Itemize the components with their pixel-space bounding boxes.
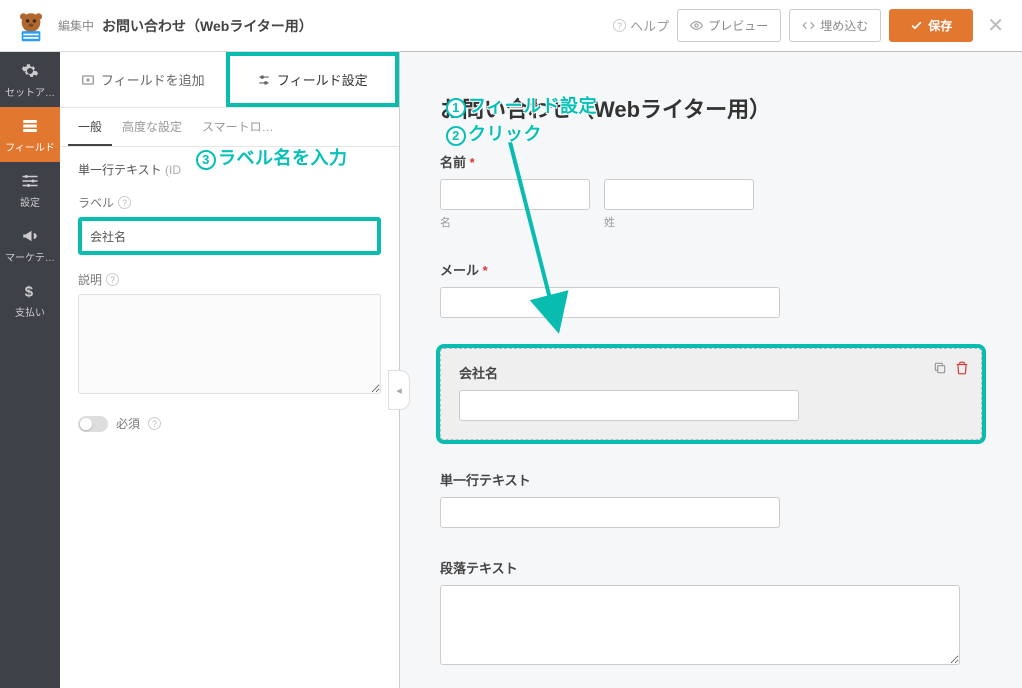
sliders-icon: [21, 172, 39, 190]
field-id-label: (ID: [165, 163, 181, 177]
code-icon: [802, 19, 815, 32]
help-link[interactable]: ? ヘルプ: [613, 16, 669, 35]
stage: セットア… フィールド 設定 マーケテ… $ 支払い フィールドを追加: [0, 52, 1022, 688]
required-label: 必須: [116, 415, 140, 432]
single-line-label: 単一行テキスト: [440, 470, 982, 489]
help-icon[interactable]: ?: [148, 417, 161, 430]
help-label: ヘルプ: [630, 16, 669, 35]
tab-add-label: フィールドを追加: [101, 70, 205, 89]
collapse-panel-toggle[interactable]: ◂: [388, 370, 410, 410]
embed-label: 埋め込む: [820, 17, 868, 34]
rail-fields[interactable]: フィールド: [0, 107, 60, 162]
left-rail: セットア… フィールド 設定 マーケテ… $ 支払い: [0, 52, 60, 688]
sub-tabs: 一般 高度な設定 スマートロ…: [60, 108, 399, 147]
form-icon: [21, 117, 39, 135]
name-label: 名前 *: [440, 152, 982, 171]
editing-chip: 編集中: [58, 17, 94, 34]
company-input[interactable]: [459, 390, 799, 421]
rail-setup-label: セットア…: [5, 84, 55, 99]
label-field-label: ラベル ?: [78, 194, 381, 211]
rail-setup[interactable]: セットア…: [0, 52, 60, 107]
label-text: ラベル: [78, 194, 114, 211]
paragraph-label: 段落テキスト: [440, 558, 982, 577]
tab-settings-label: フィールド設定: [277, 70, 368, 89]
field-single-line[interactable]: 単一行テキスト: [440, 470, 982, 528]
first-name-sublabel: 名: [440, 214, 590, 230]
panel-body: 単一行テキスト (ID ラベル ? 説明 ? 必須 ?: [60, 147, 399, 446]
preview-label: プレビュー: [708, 17, 768, 34]
duplicate-icon[interactable]: [933, 361, 947, 375]
required-row: 必須 ?: [78, 415, 381, 432]
field-company-selected[interactable]: 会社名: [440, 348, 982, 440]
eye-icon: [690, 19, 703, 32]
required-toggle[interactable]: [78, 416, 108, 432]
company-label: 会社名: [459, 363, 963, 382]
rail-payment-label: 支払い: [15, 304, 45, 319]
subtab-general[interactable]: 一般: [68, 108, 112, 146]
form-preview: お問い合わせ（Webライター用） 名前 * 名 姓 メール *: [400, 51, 1022, 688]
rail-settings-label: 設定: [20, 194, 40, 209]
subtab-smart[interactable]: スマートロ…: [192, 108, 284, 146]
card-actions: [933, 361, 969, 375]
help-icon[interactable]: ?: [106, 273, 119, 286]
save-button[interactable]: 保存: [889, 9, 973, 42]
single-line-input[interactable]: [440, 497, 780, 528]
tab-add-field[interactable]: フィールドを追加: [60, 56, 226, 103]
panel-tabs: フィールドを追加 フィールド設定: [60, 52, 399, 108]
top-bar: 編集中 お問い合わせ（Webライター用） ? ヘルプ プレビュー 埋め込む 保存…: [0, 0, 1022, 52]
form-title: お問い合わせ（Webライター用）: [440, 92, 982, 124]
rail-settings[interactable]: 設定: [0, 162, 60, 217]
preview-button[interactable]: プレビュー: [677, 9, 781, 42]
check-icon: [910, 19, 923, 32]
rail-marketing[interactable]: マーケテ…: [0, 217, 60, 272]
description-input[interactable]: [78, 294, 381, 394]
field-name[interactable]: 名前 * 名 姓: [440, 152, 982, 230]
dollar-icon: $: [21, 282, 39, 300]
svg-text:$: $: [25, 283, 34, 300]
gear-icon: [21, 62, 39, 80]
help-icon: ?: [613, 19, 626, 32]
help-icon[interactable]: ?: [118, 196, 131, 209]
desc-field-label: 説明 ?: [78, 271, 381, 288]
label-input[interactable]: [78, 217, 381, 255]
close-button[interactable]: ✕: [981, 13, 1010, 38]
tab-field-settings[interactable]: フィールド設定: [226, 52, 400, 107]
save-label: 保存: [928, 17, 952, 34]
rail-payment[interactable]: $ 支払い: [0, 272, 60, 327]
rail-fields-label: フィールド: [5, 139, 55, 154]
sliders-icon: [257, 73, 271, 87]
add-panel-icon: [81, 73, 95, 87]
desc-text: 説明: [78, 271, 102, 288]
form-area: お問い合わせ（Webライター用） 名前 * 名 姓 メール *: [400, 52, 1022, 688]
app-mascot-icon: [12, 7, 50, 45]
first-name-input[interactable]: [440, 179, 590, 210]
section-heading-text: 単一行テキスト: [78, 163, 162, 177]
subtab-advanced[interactable]: 高度な設定: [112, 108, 192, 146]
field-paragraph[interactable]: 段落テキスト: [440, 558, 982, 670]
trash-icon[interactable]: [955, 361, 969, 375]
email-label: メール *: [440, 260, 982, 279]
rail-marketing-label: マーケテ…: [5, 249, 55, 264]
page-title: お問い合わせ（Webライター用）: [102, 16, 313, 36]
section-heading: 単一行テキスト (ID: [78, 161, 381, 178]
last-name-sublabel: 姓: [604, 214, 754, 230]
embed-button[interactable]: 埋め込む: [789, 9, 881, 42]
megaphone-icon: [21, 227, 39, 245]
field-email[interactable]: メール *: [440, 260, 982, 318]
email-input[interactable]: [440, 287, 780, 318]
side-panel: フィールドを追加 フィールド設定 一般 高度な設定 スマートロ… 単一行テキスト…: [60, 52, 400, 688]
last-name-input[interactable]: [604, 179, 754, 210]
paragraph-input[interactable]: [440, 585, 960, 665]
